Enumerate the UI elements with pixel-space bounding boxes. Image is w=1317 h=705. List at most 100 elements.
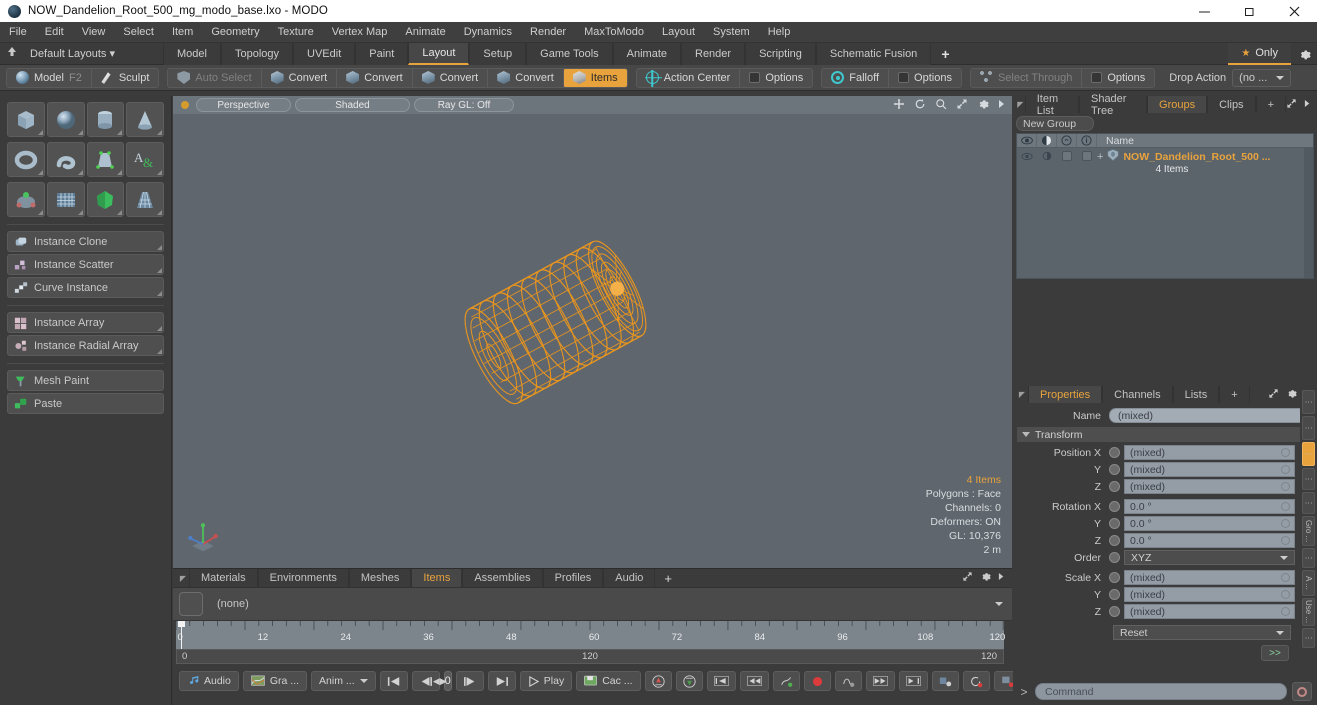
reset-dropdown[interactable]: Reset bbox=[1113, 625, 1291, 640]
mesh-paint-button[interactable]: Mesh Paint bbox=[7, 370, 164, 391]
viewport-menu-dot-icon[interactable] bbox=[181, 101, 189, 109]
layout-tab-setup[interactable]: Setup bbox=[469, 42, 527, 65]
vstrip-cell-3[interactable]: ⋮ bbox=[1302, 468, 1315, 490]
properties-expand-icon[interactable] bbox=[1268, 388, 1279, 402]
groups-tree-scrollbar[interactable] bbox=[1304, 148, 1313, 278]
action-center-options-button[interactable]: Options bbox=[739, 68, 812, 87]
key-cycle-button[interactable] bbox=[962, 671, 990, 691]
pan-icon[interactable] bbox=[893, 98, 905, 113]
scale-z-anim-dot-icon[interactable] bbox=[1281, 607, 1290, 616]
remove-key-button[interactable] bbox=[834, 671, 862, 691]
cache-button[interactable]: Cac ... bbox=[576, 671, 641, 691]
row-visibility-toggle[interactable] bbox=[1017, 148, 1037, 162]
position-x-knob[interactable] bbox=[1109, 447, 1120, 458]
new-group-button[interactable]: New Group bbox=[1016, 116, 1094, 131]
gear-icon[interactable] bbox=[1291, 43, 1317, 65]
rotate-icon[interactable] bbox=[914, 98, 926, 113]
scale-y-knob[interactable] bbox=[1109, 589, 1120, 600]
rotation-x-anim-dot-icon[interactable] bbox=[1281, 502, 1290, 511]
vstrip-tab-groups[interactable]: Gro ... bbox=[1302, 516, 1315, 546]
bd-tab-items[interactable]: Items bbox=[411, 569, 463, 587]
menu-maxtomodo[interactable]: MaxToModo bbox=[575, 22, 653, 43]
set-key-down-button[interactable] bbox=[675, 671, 703, 691]
vstrip-cell-active[interactable]: ⋮ bbox=[1302, 442, 1315, 466]
pin-icon[interactable] bbox=[0, 46, 24, 61]
paste-button[interactable]: Paste bbox=[7, 393, 164, 414]
anim-dropdown[interactable]: Anim ... bbox=[311, 671, 376, 691]
scale-y-input[interactable]: (mixed) ◀▶ bbox=[1124, 587, 1314, 602]
name-input[interactable]: (mixed) bbox=[1109, 408, 1307, 423]
menu-file[interactable]: File bbox=[0, 22, 36, 43]
go-to-end-button[interactable] bbox=[487, 671, 516, 691]
menu-view[interactable]: View bbox=[73, 22, 115, 43]
menu-help[interactable]: Help bbox=[759, 22, 800, 43]
bd-tab-environments[interactable]: Environments bbox=[257, 569, 349, 587]
convert-polygon-button[interactable]: Convert bbox=[411, 68, 488, 87]
prev-key-button[interactable] bbox=[706, 671, 736, 691]
torus-tool[interactable] bbox=[7, 142, 45, 177]
instance-clone-button[interactable]: Instance Clone bbox=[7, 231, 164, 252]
select-through-options-button[interactable]: Options bbox=[1081, 68, 1154, 87]
bd-expand-icon[interactable] bbox=[962, 571, 973, 585]
bd-more-arrow-icon[interactable] bbox=[998, 572, 1005, 584]
item-thumbnail[interactable] bbox=[179, 592, 203, 616]
instance-array-button[interactable]: Instance Array bbox=[7, 312, 164, 333]
column-info-icon[interactable] bbox=[1077, 134, 1097, 147]
jump-next-key-button[interactable] bbox=[898, 671, 928, 691]
rotation-z-input[interactable]: 0.0 ° ◀▶ bbox=[1124, 533, 1314, 548]
viewport-gear-icon[interactable] bbox=[977, 98, 989, 113]
falloff-button[interactable]: Falloff bbox=[822, 69, 888, 87]
order-dropdown[interactable]: XYZ bbox=[1124, 550, 1295, 565]
joint-tool[interactable] bbox=[7, 182, 45, 217]
position-y-knob[interactable] bbox=[1109, 464, 1120, 475]
rotation-y-input[interactable]: 0.0 ° ◀▶ bbox=[1124, 516, 1314, 531]
convert-edge-button[interactable]: Convert bbox=[336, 68, 412, 87]
sphere-tool[interactable] bbox=[46, 102, 85, 137]
layout-tab-game-tools[interactable]: Game Tools bbox=[526, 42, 613, 65]
add-key-button[interactable] bbox=[772, 671, 800, 691]
menu-animate[interactable]: Animate bbox=[396, 22, 454, 43]
menu-edit[interactable]: Edit bbox=[36, 22, 73, 43]
gem-tool[interactable] bbox=[86, 182, 125, 217]
only-toggle[interactable]: ★ Only bbox=[1228, 43, 1291, 65]
scale-z-input[interactable]: (mixed) ◀▶ bbox=[1124, 604, 1314, 619]
bd-tab-meshes[interactable]: Meshes bbox=[348, 569, 412, 587]
position-y-anim-dot-icon[interactable] bbox=[1281, 465, 1290, 474]
vstrip-cell-1[interactable]: ⋮ bbox=[1302, 390, 1315, 414]
timeline-range-bar[interactable]: 0 120 120 bbox=[176, 649, 1004, 664]
right-panel-collapse-icon[interactable]: ◤ bbox=[1016, 96, 1025, 113]
viewport-expand-arrow-icon[interactable] bbox=[998, 99, 1006, 112]
row-info-toggle[interactable] bbox=[1077, 148, 1097, 162]
row-render-toggle[interactable] bbox=[1037, 148, 1057, 162]
rotation-z-knob[interactable] bbox=[1109, 535, 1120, 546]
bd-tab-assemblies[interactable]: Assemblies bbox=[462, 569, 543, 587]
row-lock-toggle[interactable] bbox=[1057, 148, 1077, 162]
position-z-knob[interactable] bbox=[1109, 481, 1120, 492]
instance-radial-array-button[interactable]: Instance Radial Array bbox=[7, 335, 164, 356]
bd-tab-materials[interactable]: Materials bbox=[189, 569, 258, 587]
layout-tab-layout[interactable]: Layout bbox=[408, 42, 470, 65]
menu-select[interactable]: Select bbox=[114, 22, 163, 43]
expand-plus-icon[interactable]: + bbox=[1097, 151, 1103, 163]
shading-dropdown[interactable]: Shaded bbox=[295, 98, 410, 112]
rp-tab-groups[interactable]: Groups bbox=[1147, 96, 1208, 113]
scale-x-anim-dot-icon[interactable] bbox=[1281, 573, 1290, 582]
instance-scatter-button[interactable]: Instance Scatter bbox=[7, 254, 164, 275]
playhead[interactable] bbox=[177, 621, 185, 649]
auto-select-button[interactable]: Auto Select bbox=[168, 69, 260, 87]
layout-tab-schematic-fusion[interactable]: Schematic Fusion bbox=[815, 42, 932, 65]
action-center-button[interactable]: Action Center bbox=[637, 69, 740, 87]
scale-x-input[interactable]: (mixed) ◀▶ bbox=[1124, 570, 1314, 585]
order-knob[interactable] bbox=[1109, 552, 1120, 563]
model-mode-button[interactable]: Model F2 bbox=[7, 69, 91, 87]
default-layouts-dropdown[interactable]: Default Layouts ▾ bbox=[24, 47, 115, 60]
rp-tab-shader-tree[interactable]: Shader Tree bbox=[1078, 93, 1148, 117]
bd-gear-icon[interactable] bbox=[980, 571, 991, 585]
record-button[interactable] bbox=[803, 671, 831, 691]
bd-tab-audio[interactable]: Audio bbox=[603, 569, 656, 587]
viewport-3d-canvas[interactable]: 4 Items Polygons : Face Channels: 0 Defo… bbox=[173, 114, 1012, 569]
position-z-anim-dot-icon[interactable] bbox=[1281, 482, 1290, 491]
convert-material-button[interactable]: Convert bbox=[487, 68, 563, 87]
position-z-input[interactable]: (mixed) ◀▶ bbox=[1124, 479, 1314, 494]
column-visibility-icon[interactable] bbox=[1017, 134, 1037, 147]
